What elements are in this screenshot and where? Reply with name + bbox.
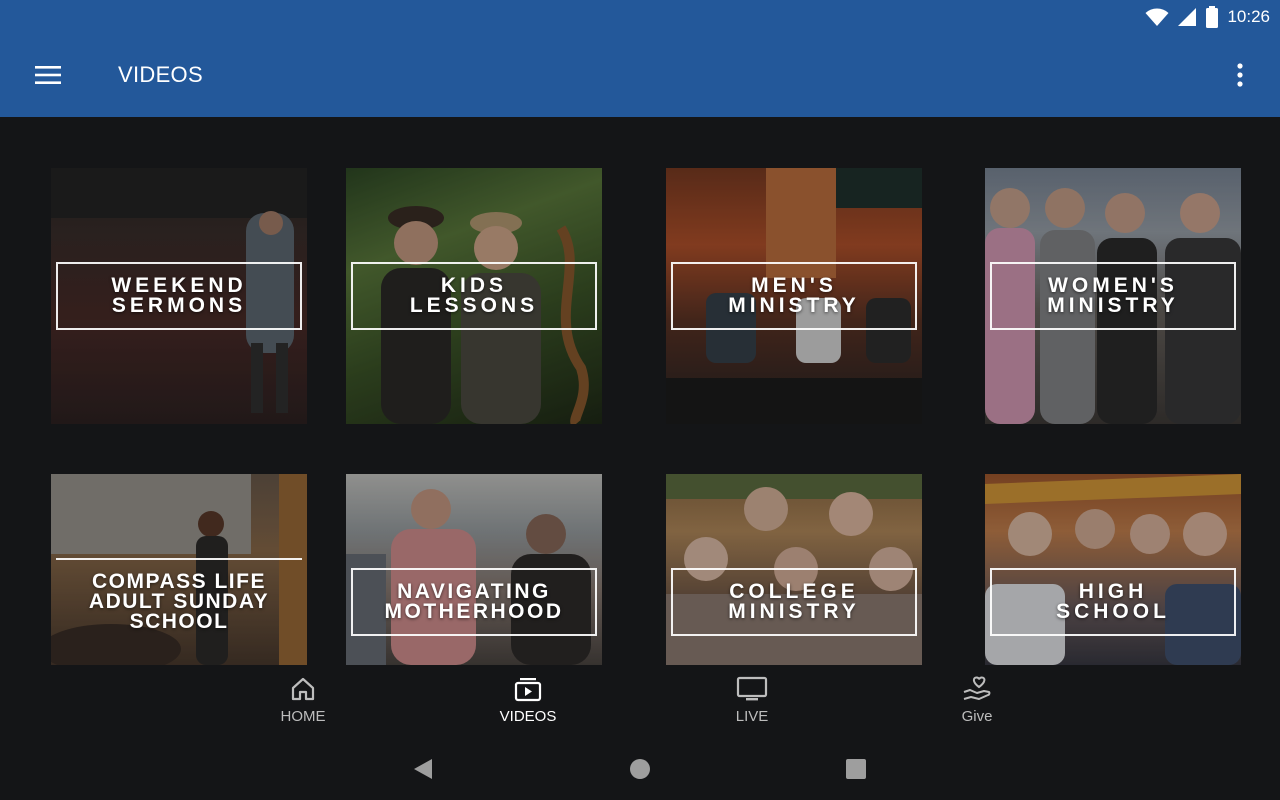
bottom-navigation: HOME VIDEOS LIVE Give <box>0 665 1280 737</box>
tile-label: WOMEN'S MINISTRY <box>1047 274 1179 317</box>
tile-label: KIDS LESSONS <box>409 274 539 317</box>
tile-college-ministry[interactable]: COLLEGE MINISTRY <box>666 474 922 665</box>
app-bar: 10:26 VIDEOS <box>0 0 1280 117</box>
tile-label-frame: NAVIGATING MOTHERHOOD <box>351 568 597 636</box>
tile-compass-life-adult-sunday-school[interactable]: COMPASS LIFE ADULT SUNDAY SCHOOL <box>51 474 307 665</box>
tile-navigating-motherhood[interactable]: NAVIGATING MOTHERHOOD <box>346 474 602 665</box>
nav-give[interactable]: Give <box>917 665 1037 737</box>
tile-womens-ministry[interactable]: WOMEN'S MINISTRY <box>985 168 1241 424</box>
tile-label-frame: KIDS LESSONS <box>351 262 597 330</box>
give-heart-hand-icon <box>962 675 992 703</box>
tile-kids-lessons[interactable]: KIDS LESSONS <box>346 168 602 424</box>
tile-label-frame: COMPASS LIFE ADULT SUNDAY SCHOOL <box>56 558 302 644</box>
signal-icon <box>1177 7 1197 27</box>
nav-live-label: LIVE <box>735 708 769 725</box>
home-icon <box>290 675 316 703</box>
tile-label-frame: WEEKEND SERMONS <box>56 262 302 330</box>
tile-label-frame: HIGH SCHOOL <box>990 568 1236 636</box>
hamburger-menu-icon[interactable] <box>30 60 66 90</box>
tile-label: MEN'S MINISTRY <box>728 274 860 317</box>
nav-live[interactable]: LIVE <box>692 665 812 737</box>
tile-high-school[interactable]: HIGH SCHOOL <box>985 474 1241 665</box>
video-library-icon <box>514 675 542 703</box>
tile-label: COMPASS LIFE ADULT SUNDAY SCHOOL <box>88 570 270 633</box>
recents-square-icon[interactable] <box>844 757 868 781</box>
tile-label-frame: COLLEGE MINISTRY <box>671 568 917 636</box>
battery-icon <box>1205 6 1219 28</box>
nav-home-label: HOME <box>280 708 326 725</box>
tile-label: HIGH SCHOOL <box>1056 580 1170 623</box>
system-navigation-bar <box>0 737 1280 800</box>
nav-give-label: Give <box>961 708 993 725</box>
video-category-grid: WEEKEND SERMONS KIDS LESSONS MEN'S MINIS… <box>0 117 1280 665</box>
nav-videos-label: VIDEOS <box>499 708 557 725</box>
nav-home[interactable]: HOME <box>243 665 363 737</box>
tile-mens-ministry[interactable]: MEN'S MINISTRY <box>666 168 922 424</box>
tile-label: COLLEGE MINISTRY <box>728 580 860 623</box>
tv-icon <box>736 675 768 703</box>
status-bar: 10:26 <box>1145 4 1270 30</box>
app-screen: 10:26 VIDEOS WEEKEND SERMONS KIDS LESSON… <box>0 0 1280 800</box>
tile-weekend-sermons[interactable]: WEEKEND SERMONS <box>51 168 307 424</box>
tile-label-frame: WOMEN'S MINISTRY <box>990 262 1236 330</box>
tile-label: NAVIGATING MOTHERHOOD <box>384 580 564 623</box>
wifi-icon <box>1145 7 1169 27</box>
nav-videos[interactable]: VIDEOS <box>468 665 588 737</box>
home-circle-icon[interactable] <box>628 757 652 781</box>
tile-label-frame: MEN'S MINISTRY <box>671 262 917 330</box>
back-icon[interactable] <box>411 757 435 781</box>
more-vertical-icon[interactable] <box>1226 58 1254 92</box>
tile-label: WEEKEND SERMONS <box>111 274 247 317</box>
page-title: VIDEOS <box>118 62 203 87</box>
status-time: 10:26 <box>1227 7 1270 26</box>
